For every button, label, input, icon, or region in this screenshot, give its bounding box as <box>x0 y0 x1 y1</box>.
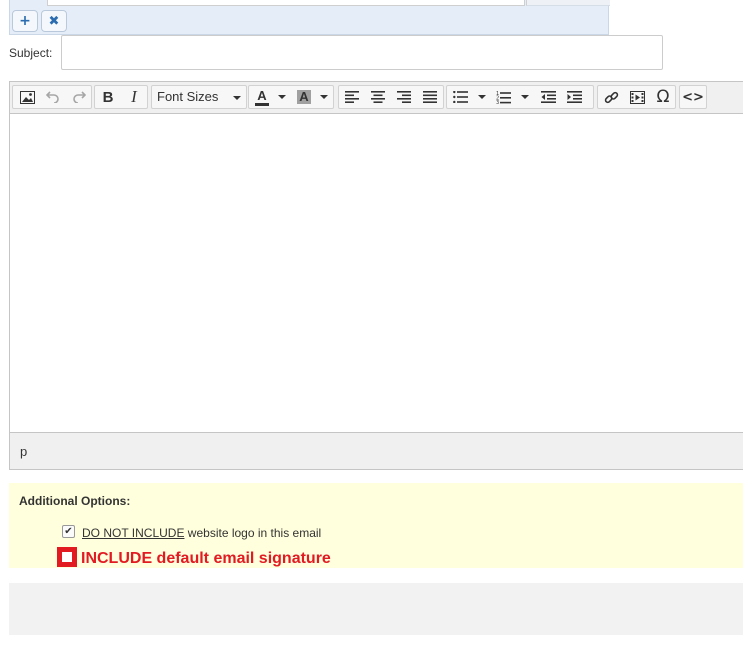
toolbar-group-format: B I <box>94 85 148 109</box>
redo-icon[interactable] <box>66 86 92 108</box>
font-sizes-label: Font Sizes <box>157 89 219 104</box>
font-sizes-select[interactable]: Font Sizes <box>151 85 247 109</box>
toolbar-group-insert-extra: Ω <box>597 85 676 109</box>
bold-button[interactable]: B <box>95 86 121 108</box>
editor-toolbar: B I Font Sizes A A 1 2 3 Ω <> <box>10 82 743 114</box>
text-color-swatch <box>255 102 269 106</box>
editor-content-area[interactable] <box>10 115 743 432</box>
align-justify-icon[interactable] <box>417 86 443 108</box>
undo-icon[interactable] <box>40 86 66 108</box>
background-color-button[interactable]: A <box>292 86 316 108</box>
numbered-list-icon[interactable]: 123 <box>490 86 516 108</box>
text-color-button[interactable]: A <box>250 86 274 108</box>
additional-options-panel: Additional Options: ✔ DO NOT INCLUDE web… <box>9 483 743 568</box>
remove-recipient-button[interactable]: ✖ <box>41 10 67 32</box>
text-color-letter: A <box>257 87 267 103</box>
rich-text-editor: B I Font Sizes A A 1 2 3 Ω <> p <box>9 81 743 470</box>
editor-statusbar: p <box>10 432 743 469</box>
toolbar-group-align <box>338 85 444 109</box>
additional-options-title: Additional Options: <box>19 494 131 508</box>
image-icon[interactable] <box>14 86 40 108</box>
subject-label: Subject: <box>9 46 53 60</box>
special-character-button[interactable]: Ω <box>650 86 676 108</box>
outdent-icon[interactable] <box>535 86 561 108</box>
exclude-logo-label: DO NOT INCLUDE website logo in this emai… <box>82 526 321 540</box>
text-color-chevron-down-icon[interactable] <box>278 95 286 99</box>
toolbar-group-insert <box>12 85 92 109</box>
italic-button[interactable]: I <box>121 86 147 108</box>
media-icon[interactable] <box>624 86 650 108</box>
exclude-logo-text: website logo in this email <box>184 526 322 540</box>
bullet-list-icon[interactable] <box>447 86 473 108</box>
include-signature-label: INCLUDE default email signature <box>81 550 331 567</box>
element-path[interactable]: p <box>20 444 27 459</box>
include-signature-checkbox-box <box>62 552 72 562</box>
recipient-field[interactable] <box>47 0 525 6</box>
indent-icon[interactable] <box>561 86 587 108</box>
bullet-list-chevron-down-icon[interactable] <box>478 95 486 99</box>
background-color-letter: A <box>297 89 311 104</box>
include-signature-checkbox[interactable] <box>57 547 77 567</box>
recipients-bar: + ✖ <box>9 0 610 35</box>
footer-bar <box>9 583 743 635</box>
add-recipient-button[interactable]: + <box>12 10 38 32</box>
exclude-logo-emphasis: DO NOT INCLUDE <box>82 526 185 540</box>
subject-input[interactable] <box>61 35 663 70</box>
background-color-chevron-down-icon[interactable] <box>320 95 328 99</box>
align-center-icon[interactable] <box>365 86 391 108</box>
align-right-icon[interactable] <box>391 86 417 108</box>
toolbar-group-lists: 123 <box>446 85 594 109</box>
toolbar-group-colors: A A <box>248 85 334 109</box>
checkmark-icon: ✔ <box>64 525 73 537</box>
recipient-field-secondary <box>526 0 610 6</box>
numbered-list-chevron-down-icon[interactable] <box>521 95 529 99</box>
source-code-button[interactable]: <> <box>680 86 706 108</box>
svg-text:3: 3 <box>496 100 499 104</box>
toolbar-group-code: <> <box>679 85 707 109</box>
link-icon[interactable] <box>598 86 624 108</box>
exclude-logo-checkbox[interactable]: ✔ <box>62 525 75 538</box>
chevron-down-icon <box>233 96 241 100</box>
align-left-icon[interactable] <box>339 86 365 108</box>
